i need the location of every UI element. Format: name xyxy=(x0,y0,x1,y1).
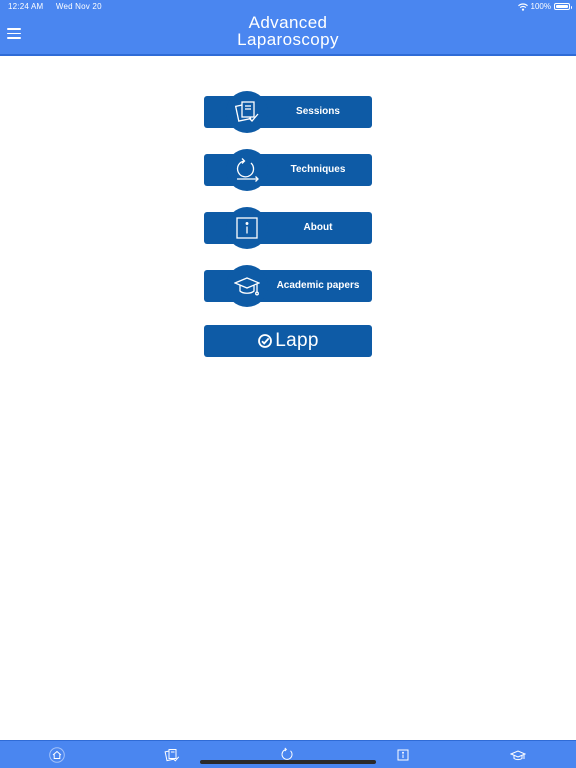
tab-academic-papers[interactable] xyxy=(509,747,527,763)
techniques-button[interactable]: Techniques xyxy=(204,149,372,191)
lapp-logo-button[interactable]: Lapp xyxy=(204,325,372,357)
hamburger-menu-button[interactable] xyxy=(7,28,21,40)
battery-icon xyxy=(554,3,572,10)
home-indicator xyxy=(200,760,376,764)
tab-about[interactable] xyxy=(395,747,411,763)
main-menu: Sessions Techniques About Academic paper… xyxy=(204,91,372,383)
info-icon xyxy=(397,749,409,761)
sessions-icon xyxy=(164,749,180,762)
status-bar-left: 12:24 AM Wed Nov 20 xyxy=(8,2,112,11)
graduation-cap-icon xyxy=(509,750,527,761)
lapp-check-icon xyxy=(258,334,273,348)
graduation-cap-icon xyxy=(226,265,268,307)
tab-home[interactable] xyxy=(49,747,65,763)
academic-papers-label: Academic papers xyxy=(276,280,360,291)
techniques-icon xyxy=(226,149,268,191)
sessions-label: Sessions xyxy=(296,106,340,117)
battery-percent: 100% xyxy=(530,2,551,11)
wifi-icon xyxy=(517,2,528,11)
info-icon xyxy=(226,207,268,249)
about-button[interactable]: About xyxy=(204,207,372,249)
status-date: Wed Nov 20 xyxy=(55,2,102,11)
hamburger-line xyxy=(7,37,21,39)
app-title: Advanced Laparoscopy xyxy=(188,14,388,48)
sessions-icon xyxy=(226,91,268,133)
hamburger-line xyxy=(7,32,21,34)
app-title-line2: Laparoscopy xyxy=(237,30,339,49)
status-time: 12:24 AM xyxy=(8,2,44,11)
lapp-logo-text: Lapp xyxy=(275,330,319,351)
status-bar-right: 100% xyxy=(517,2,572,11)
app-title-line1: Advanced xyxy=(248,13,328,32)
top-bar: 12:24 AM Wed Nov 20 100% Advanced Laparo… xyxy=(0,0,576,56)
about-label: About xyxy=(303,222,333,233)
tab-sessions[interactable] xyxy=(164,747,180,763)
sessions-button[interactable]: Sessions xyxy=(204,91,372,133)
techniques-label: Techniques xyxy=(290,164,346,175)
academic-papers-button[interactable]: Academic papers xyxy=(204,265,372,307)
hamburger-line xyxy=(7,28,21,30)
home-icon xyxy=(49,747,65,763)
